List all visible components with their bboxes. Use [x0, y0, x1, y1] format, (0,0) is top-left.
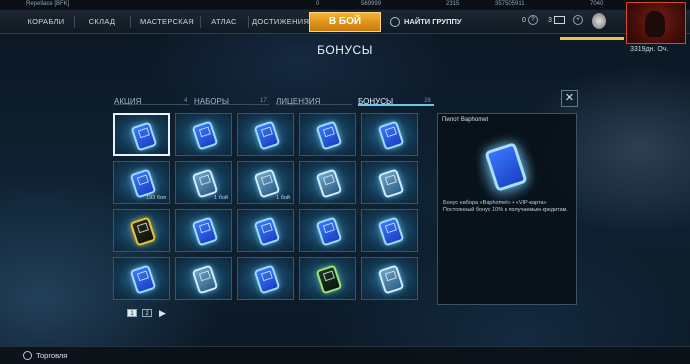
nav-divider [74, 16, 75, 28]
avatar[interactable] [626, 2, 686, 44]
find-group-button[interactable]: НАЙТИ ГРУППУ [390, 14, 462, 30]
bonus-card-icon [315, 168, 343, 199]
bonus-card-icon [377, 120, 405, 151]
bonus-cell[interactable] [361, 113, 418, 156]
bonus-cell[interactable] [299, 257, 356, 300]
to-battle-button[interactable]: В БОЙ [309, 12, 381, 32]
tab-underline [276, 104, 352, 105]
mail-button[interactable]: 3 [548, 15, 565, 27]
bonus-card-icon [253, 264, 281, 295]
tab-underline [114, 104, 189, 105]
page-2-button[interactable]: 2 [142, 309, 152, 317]
tab-license[interactable]: ЛИЦЕНЗИЯ [276, 96, 320, 108]
bonus-cell[interactable]: 1 бой [237, 161, 294, 204]
bonus-cell-label: 193 боя [146, 195, 166, 201]
bonus-card-icon [129, 168, 157, 199]
friends-icon: + [573, 15, 583, 26]
bonus-cell[interactable] [113, 257, 170, 300]
help-indicator[interactable]: 0 ? [522, 15, 538, 27]
bonus-cell[interactable] [237, 209, 294, 252]
mail-count: 3 [548, 17, 552, 24]
resource-e: 7040 [590, 1, 604, 7]
nav-atlas[interactable]: АТЛАС [204, 15, 244, 29]
bonus-card-icon [315, 216, 343, 247]
bonus-cell[interactable] [237, 257, 294, 300]
help-icon: ? [527, 15, 538, 26]
tab-bundles[interactable]: НАБОРЫ [194, 96, 229, 108]
bonus-cell[interactable]: 1 бой [175, 161, 232, 204]
tab-promo[interactable]: АКЦИЯ [114, 96, 141, 108]
bonus-card-icon [191, 216, 219, 247]
mail-icon [553, 16, 565, 25]
bonus-cell[interactable] [175, 257, 232, 300]
bonus-cell[interactable] [237, 113, 294, 156]
resource-c: 2315 [446, 1, 460, 7]
bonus-card-icon [191, 120, 219, 151]
bonus-grid: 193 боя 1 бой 1 бой [113, 113, 434, 305]
bonus-card-icon [253, 120, 281, 151]
bonus-cell[interactable] [361, 161, 418, 204]
tab-underline [194, 104, 269, 105]
find-group-label: НАЙТИ ГРУППУ [404, 17, 462, 26]
bonus-cell[interactable] [299, 113, 356, 156]
bonus-card-icon [315, 264, 343, 295]
detail-title: Пилот Baphomet [442, 117, 489, 123]
top-status-strip: Repellace [BFK] 0 569999 2315 357505911 … [0, 0, 690, 9]
bonus-cell[interactable] [175, 209, 232, 252]
bonus-card-icon [377, 168, 405, 199]
resource-d: 357505911 [495, 1, 525, 7]
bonus-cell[interactable] [299, 161, 356, 204]
page-title: БОНУСЫ [317, 43, 373, 57]
group-icon [390, 17, 400, 28]
bonus-cell[interactable] [113, 113, 170, 156]
nav-divider [130, 16, 131, 28]
nav-achievements[interactable]: ДОСТИЖЕНИЯ [252, 15, 309, 29]
page-1-button[interactable]: 1 [127, 309, 137, 317]
resource-a: 0 [316, 1, 320, 7]
category-tabs: АКЦИЯ 4 НАБОРЫ 17 ЛИЦЕНЗИЯ БОНУСЫ 28 [114, 96, 434, 108]
bonus-cell-label: 1 бой [214, 195, 228, 201]
nav-divider [200, 16, 201, 28]
bonus-cell[interactable] [299, 209, 356, 252]
nav-workshop[interactable]: МАСТЕРСКАЯ [136, 15, 198, 29]
trade-icon [23, 351, 32, 360]
trade-link[interactable]: Торговля [36, 351, 67, 360]
nav-divider [248, 16, 249, 28]
bonus-card-icon [377, 216, 405, 247]
player-name: Repellace [BFK] [26, 1, 70, 7]
bonus-cell[interactable] [361, 257, 418, 300]
nav-storage[interactable]: СКЛАД [80, 15, 124, 29]
rank-badge-icon [592, 13, 606, 29]
friends-button[interactable]: + [573, 15, 583, 27]
bonus-card-icon [377, 264, 405, 295]
bonus-card-icon [315, 120, 343, 151]
bonus-card-icon [253, 216, 281, 247]
bonus-card-icon [191, 264, 219, 295]
detail-description: Бонус набора «Baphomet» • «VIP-карта» По… [443, 200, 568, 213]
bonus-card-icon [253, 168, 281, 199]
bonus-cell-label: 1 бой [276, 195, 290, 201]
bonus-cell[interactable] [175, 113, 232, 156]
tab-bonuses[interactable]: БОНУСЫ [358, 96, 393, 108]
close-button[interactable]: ✕ [561, 90, 578, 107]
resource-b: 569999 [361, 1, 382, 7]
bonus-cell[interactable] [361, 209, 418, 252]
bonus-card-icon [191, 168, 219, 199]
footer-bar: Торговля [0, 346, 690, 364]
bonus-card-icon [129, 264, 157, 295]
bonus-cell[interactable]: 193 боя [113, 161, 170, 204]
detail-panel: Пилот Baphomet Бонус набора «Baphomet» •… [437, 113, 577, 305]
bonus-cell[interactable] [113, 209, 170, 252]
next-page-arrow-icon[interactable]: ▶ [159, 308, 166, 319]
bonus-card-icon [129, 216, 157, 247]
tab-active-underline [358, 104, 434, 106]
xp-bar [560, 37, 624, 40]
help-count: 0 [522, 17, 526, 24]
nav-ships[interactable]: КОРАБЛИ [22, 15, 70, 29]
detail-card-icon [475, 138, 537, 204]
bonus-card-icon [130, 121, 158, 152]
